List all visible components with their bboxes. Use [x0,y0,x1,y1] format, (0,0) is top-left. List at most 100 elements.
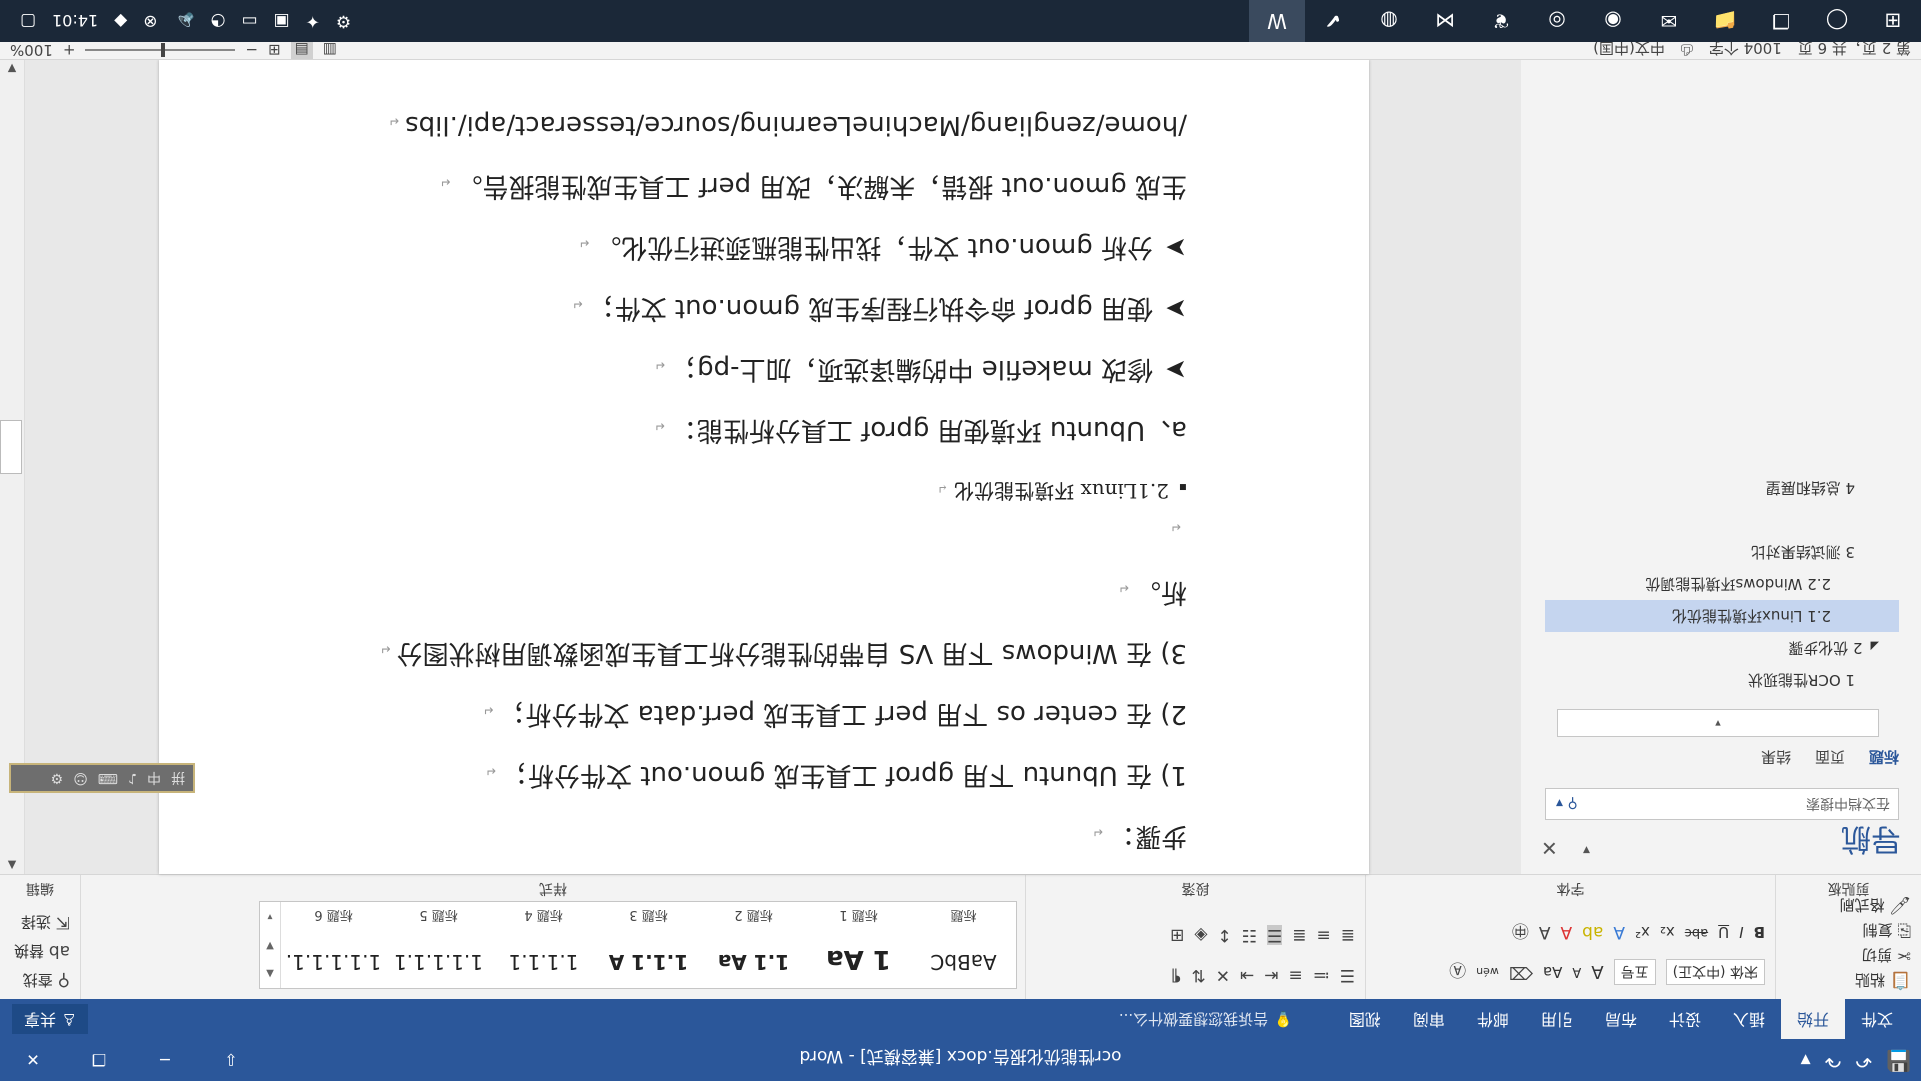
zoom-slider-knob[interactable] [161,43,166,57]
style-item[interactable]: 1.1 Aa 标题 2 [701,902,806,988]
style-item[interactable]: AaBbC 标题 [911,902,1016,988]
char-border-icon[interactable]: Ⓐ [1449,960,1466,985]
replace-button[interactable]: ab 替换 [14,941,70,962]
tab-7[interactable]: 审阅 [1397,999,1461,1039]
heading-tree-item[interactable]: 2.2 Windows环境性能调优 [1545,568,1899,600]
ime-item[interactable]: 拼 [171,768,185,788]
sort-icon[interactable]: ⇅ [1192,965,1206,985]
tab-4[interactable]: 布局 [1589,999,1653,1039]
doc-paragraph[interactable]: 2) 在 center os 下用 perf 工具生成 perf.data 文件… [287,683,1187,744]
text-effects-icon[interactable]: A [1613,923,1625,943]
doc-paragraph[interactable]: ➤ 分析 gmon.out 文件，找出性能瓶颈进行优化。 ↵ [287,216,1188,277]
word-icon[interactable]: W [1249,0,1305,42]
tab-0[interactable]: 文件 [1845,999,1909,1039]
print-layout-icon[interactable]: ▤ [290,41,313,59]
underline-button[interactable]: U [1718,924,1729,942]
enclose-char-icon[interactable]: ㊥ [1512,920,1529,945]
tab-5[interactable]: 引用 [1525,999,1589,1039]
taskview-icon[interactable]: ❐ [1753,0,1809,42]
scroll-down-icon[interactable]: ▼ [0,62,24,75]
scroll-thumb[interactable] [0,420,22,474]
ime-toolbar[interactable]: 拼中 ♪ ⌨ ☺ ⚙ [9,763,195,793]
doc-paragraph[interactable]: ↵ [287,519,1187,561]
browser-icon[interactable]: ◎ [1529,0,1585,42]
line-spacing-icon[interactable]: ↕ [1218,925,1232,945]
select-button[interactable]: ⇱ 选择 [21,912,70,933]
style-item[interactable]: 1 Aa 标题 1 [806,902,911,988]
align-left-icon[interactable]: ≣ [1341,925,1355,945]
notification-icon[interactable]: ▢ [20,11,36,31]
document-page[interactable]: 步骤：↵ 1) 在 Ubuntu 下用 gprof 工具生成 gmon.out 文… [159,60,1369,874]
tell-me-box[interactable]: 💡 告诉我您想要做什么... [1119,999,1293,1039]
font-color-icon[interactable]: A [1560,923,1572,943]
doc-paragraph[interactable]: ➤ 使用 gprof 命令执行程序生成 gmon.out 文件； ↵ [287,277,1187,338]
highlight-icon[interactable]: ab [1582,923,1603,943]
doc-paragraph[interactable]: a、Ubuntu 环境使用 gprof 工具分析性能： ↵ [287,399,1187,460]
style-item[interactable]: 1.1.1.1 标题 4 [491,902,596,988]
tray-app4-icon[interactable]: ◆ [114,11,127,31]
tab-8[interactable]: 视图 [1333,999,1397,1039]
justify-icon[interactable]: ☰ [1267,925,1283,945]
scroll-up-icon[interactable]: ▲ [0,859,24,872]
tab-6[interactable]: 邮件 [1461,999,1525,1039]
search-icon[interactable]: ⚲ ▾ [1556,787,1578,819]
doc-paragraph[interactable]: 析。 ↵ [287,561,1187,622]
font-size-dropdown[interactable]: 五号 [1613,959,1656,985]
style-item[interactable]: 1.1.1 A 标题 3 [596,902,701,988]
document-body[interactable]: 步骤：↵ 1) 在 Ubuntu 下用 gprof 工具生成 gmon.out 文… [287,94,1187,866]
phonetic-guide-button[interactable]: wén [1476,966,1499,979]
collapse-icon[interactable]: ◢ [1871,640,1879,653]
vs-icon[interactable]: ⋈ [1417,0,1473,42]
tray-app2-icon[interactable]: ✦ [306,11,320,31]
ribbon-display-button[interactable]: ⇩ [198,1039,264,1081]
shrink-font-button[interactable]: A [1572,965,1581,980]
nav-tab-0[interactable]: 标题 [1869,747,1899,768]
start-icon[interactable]: ⊞ [1865,0,1921,42]
ime-item[interactable]: ♪ [128,770,137,786]
nav-tab-1[interactable]: 页面 [1815,747,1845,768]
vertical-scrollbar[interactable]: ▲ ▼ [0,60,25,874]
gallery-up-icon[interactable]: ▲ [266,968,274,979]
wifi-icon[interactable]: ◔ [211,11,226,31]
heading-tree-item[interactable]: 2.1 Linux环境性能优化 [1545,600,1899,632]
heading-tree-item[interactable]: 1 OCR性能现状 [1545,664,1899,696]
distributed-icon[interactable]: ☷ [1242,925,1257,945]
section-heading[interactable]: ▪ 2.1Linux 环境性能优化 ↵ [287,460,1187,521]
bold-button[interactable]: B [1754,924,1765,942]
subscript-button[interactable]: x₂ [1660,924,1675,942]
zoom-level[interactable]: 100% [10,41,53,59]
ime-item[interactable]: ⚙ [51,770,64,786]
doc-paragraph[interactable]: ➤ 修改 makefile 中的编译选项，加上-pg； ↵ [287,338,1187,399]
app-icon[interactable]: ◍ [1361,0,1417,42]
tray-error-icon[interactable]: ⊗ [143,11,157,31]
italic-button[interactable]: I [1739,924,1743,942]
battery-icon[interactable]: ▭ [242,11,258,31]
ime-item[interactable]: ☺ [73,770,88,786]
doc-paragraph[interactable]: /home/zengliang/MachineLearning/source/t… [287,94,1187,155]
doc-paragraph[interactable]: 3) 在 Windows 下用 VS 自带的性能分析工具生成函数调用树状图分 ↵ [287,622,1187,683]
clock[interactable]: 14:01 [52,12,98,31]
tab-3[interactable]: 设计 [1653,999,1717,1039]
heading-tree-item[interactable]: 4 总结和展望 [1545,472,1899,504]
paste-button[interactable]: 📋 粘贴 [1855,970,1911,991]
align-center-icon[interactable]: ≡ [1317,925,1331,945]
style-item[interactable]: 1.1.1.1.1. 标题 6 [281,902,386,988]
explorer-icon[interactable]: 📁 [1697,0,1753,42]
share-button[interactable]: ♙ 共享 [12,1004,89,1034]
tray-app-icon[interactable]: ⚙ [336,11,351,31]
nav-dropdown[interactable]: ▾ [1557,709,1879,737]
restore-button[interactable]: ❐ [66,1039,132,1081]
clear-format-icon[interactable]: ⌫ [1509,962,1533,982]
doc-paragraph[interactable]: 生成 gmon.out 报错，未解决，改用 perf 工具生成性能报告。 ↵ [287,155,1187,216]
zoom-in-button[interactable]: + [63,41,76,59]
tray-app3-icon[interactable]: ▣ [274,11,290,31]
minimize-button[interactable]: ─ [132,1039,198,1081]
multilevel-list-icon[interactable]: ≡ [1289,965,1303,985]
char-shading-icon[interactable]: A [1539,923,1551,943]
ime-item[interactable]: 中 [147,768,161,788]
doc-paragraph[interactable]: 步骤： ↵ [287,805,1187,866]
nav-tab-2[interactable]: 结果 [1761,747,1791,768]
grow-font-button[interactable]: A [1591,962,1603,983]
close-button[interactable]: ✕ [0,1039,66,1081]
tab-2[interactable]: 插入 [1717,999,1781,1039]
